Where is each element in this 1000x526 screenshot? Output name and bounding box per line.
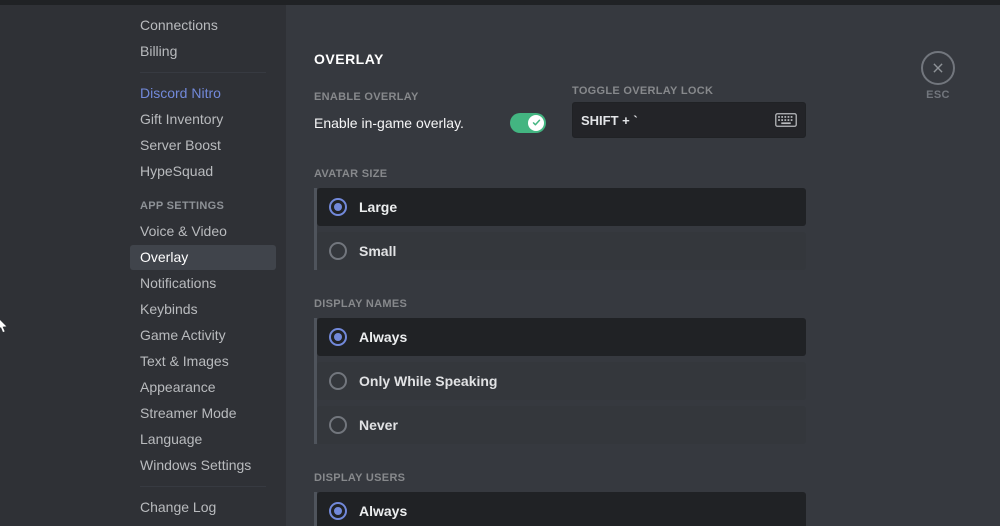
radio-label: Only While Speaking <box>359 373 497 389</box>
radio-icon <box>329 198 347 216</box>
radio-option-never[interactable]: Never <box>317 406 806 444</box>
group-label: DISPLAY NAMES <box>314 298 806 310</box>
radio-option-always[interactable]: Always <box>317 492 806 526</box>
radio-icon <box>329 328 347 346</box>
enable-overlay-text: Enable in-game overlay. <box>314 115 464 131</box>
content-area: ESC OVERLAY ENABLE OVERLAY Enable in-gam… <box>286 5 1000 526</box>
sidebar-header: App Settings <box>130 185 276 218</box>
enable-overlay-row: ENABLE OVERLAY Enable in-game overlay. <box>314 85 806 138</box>
radio-option-only-while-speaking[interactable]: Only While Speaking <box>317 362 806 400</box>
sidebar-item-keybinds[interactable]: Keybinds <box>130 297 276 322</box>
sidebar-item-gift-inventory[interactable]: Gift Inventory <box>130 107 276 132</box>
group-label: DISPLAY USERS <box>314 472 806 484</box>
radio-label: Large <box>359 199 397 215</box>
radio-option-small[interactable]: Small <box>317 232 806 270</box>
overlay-settings: OVERLAY ENABLE OVERLAY Enable in-game ov… <box>286 5 846 526</box>
radio-icon <box>329 416 347 434</box>
radio-option-always[interactable]: Always <box>317 318 806 356</box>
option-groups: AVATAR SIZE Large Small DISPLAY NAMES Always… <box>314 168 806 526</box>
toggle-lock-col: TOGGLE OVERLAY LOCK SHIFT + ` <box>572 85 806 138</box>
enable-overlay-col: ENABLE OVERLAY Enable in-game overlay. <box>314 91 546 133</box>
sidebar-item-billing[interactable]: Billing <box>130 39 276 64</box>
keyboard-icon <box>775 112 797 128</box>
sidebar-item-connections[interactable]: Connections <box>130 13 276 38</box>
radio-icon <box>329 242 347 260</box>
settings-sidebar: ConnectionsBilling Discord NitroGift Inve… <box>0 5 286 526</box>
radio-icon <box>329 372 347 390</box>
radio-icon <box>329 502 347 520</box>
close-button[interactable] <box>921 51 955 85</box>
sidebar-item-change-log[interactable]: Change Log <box>130 495 276 520</box>
sidebar-item-overlay[interactable]: Overlay <box>130 245 276 270</box>
sidebar-item-discord-nitro[interactable]: Discord Nitro <box>130 81 276 106</box>
radio-list: Always Only While Speaking Never <box>314 318 806 444</box>
sidebar-separator <box>140 72 266 73</box>
radio-label: Always <box>359 329 407 345</box>
radio-label: Always <box>359 503 407 519</box>
sidebar-item-streamer-mode[interactable]: Streamer Mode <box>130 401 276 426</box>
close-column: ESC <box>918 51 958 101</box>
sidebar-item-language[interactable]: Language <box>130 427 276 452</box>
radio-option-large[interactable]: Large <box>317 188 806 226</box>
toggle-lock-section-label: TOGGLE OVERLAY LOCK <box>572 85 806 97</box>
check-icon <box>532 118 541 127</box>
sidebar-item-notifications[interactable]: Notifications <box>130 271 276 296</box>
app-body: ConnectionsBilling Discord NitroGift Inve… <box>0 5 1000 526</box>
sidebar-item-game-activity[interactable]: Game Activity <box>130 323 276 348</box>
enable-overlay-toggle[interactable] <box>510 113 546 133</box>
keybind-value: SHIFT + ` <box>581 113 638 128</box>
sidebar-item-windows-settings[interactable]: Windows Settings <box>130 453 276 478</box>
sidebar-item-appearance[interactable]: Appearance <box>130 375 276 400</box>
toggle-lock-keybind[interactable]: SHIFT + ` <box>572 102 806 138</box>
sidebar-separator <box>140 486 266 487</box>
group-label: AVATAR SIZE <box>314 168 806 180</box>
sidebar-item-voice-video[interactable]: Voice & Video <box>130 219 276 244</box>
radio-list: AlwaysOnly While Speaking <box>314 492 806 526</box>
sidebar-item-text-images[interactable]: Text & Images <box>130 349 276 374</box>
toggle-knob <box>528 115 544 131</box>
radio-list: Large Small <box>314 188 806 270</box>
sidebar-item-hypesquad[interactable]: HypeSquad <box>130 159 276 184</box>
close-icon <box>931 61 945 75</box>
radio-label: Never <box>359 417 398 433</box>
sidebar-item-server-boost[interactable]: Server Boost <box>130 133 276 158</box>
radio-label: Small <box>359 243 396 259</box>
close-esc-label: ESC <box>918 89 958 101</box>
enable-overlay-section-label: ENABLE OVERLAY <box>314 91 546 103</box>
page-title: OVERLAY <box>314 51 806 67</box>
